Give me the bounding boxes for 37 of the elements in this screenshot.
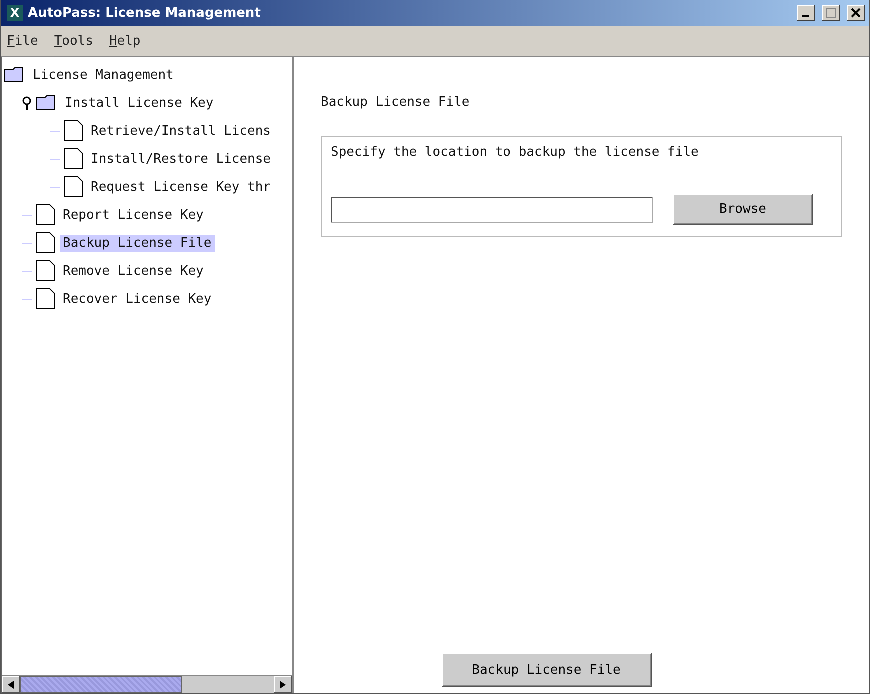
app-icon: X [7,5,23,21]
tree-item[interactable]: Remove License Key [60,262,207,280]
close-icon [851,8,861,18]
menu-item[interactable]: File [7,34,38,48]
location-field[interactable] [331,196,653,222]
tree-item[interactable]: License Management [30,66,177,84]
tree-item[interactable]: Retrieve/Install Licens [88,122,274,140]
instruction-text: Specify the location to backup the license file [331,145,700,160]
document-icon [64,120,84,142]
tree-item[interactable]: Recover License Key [60,290,215,308]
maximize-icon [826,8,836,18]
window-title: AutoPass: License Management [28,6,262,20]
browse-button[interactable]: Browse [673,194,813,225]
right-arrow-icon[interactable] [280,680,286,688]
tree-item[interactable]: Backup License File [60,234,215,252]
document-icon [36,232,56,254]
document-icon [36,288,56,310]
folder-icon [4,67,26,83]
menu-item[interactable]: Tools [54,34,94,48]
close-button[interactable] [847,5,865,21]
document-icon [36,260,56,282]
document-icon [64,176,84,198]
menu-item[interactable]: Help [109,34,141,48]
tree-item[interactable]: Report License Key [60,206,207,224]
tree-item[interactable]: Install License Key [62,94,217,112]
tree-item[interactable]: Request License Key thr [88,178,274,196]
minimize-button[interactable] [797,5,815,21]
document-icon [64,148,84,170]
left-arrow-icon[interactable] [8,680,14,688]
panel-heading: Backup License File [321,95,471,110]
tree-item[interactable]: Install/Restore License [88,150,274,168]
expand-handle-icon[interactable] [22,96,32,110]
horizontal-scrollbar[interactable] [2,675,292,693]
backup-button[interactable]: Backup License File [442,653,652,687]
folder-icon [36,95,58,111]
maximize-button[interactable] [822,5,840,21]
document-icon [36,204,56,226]
